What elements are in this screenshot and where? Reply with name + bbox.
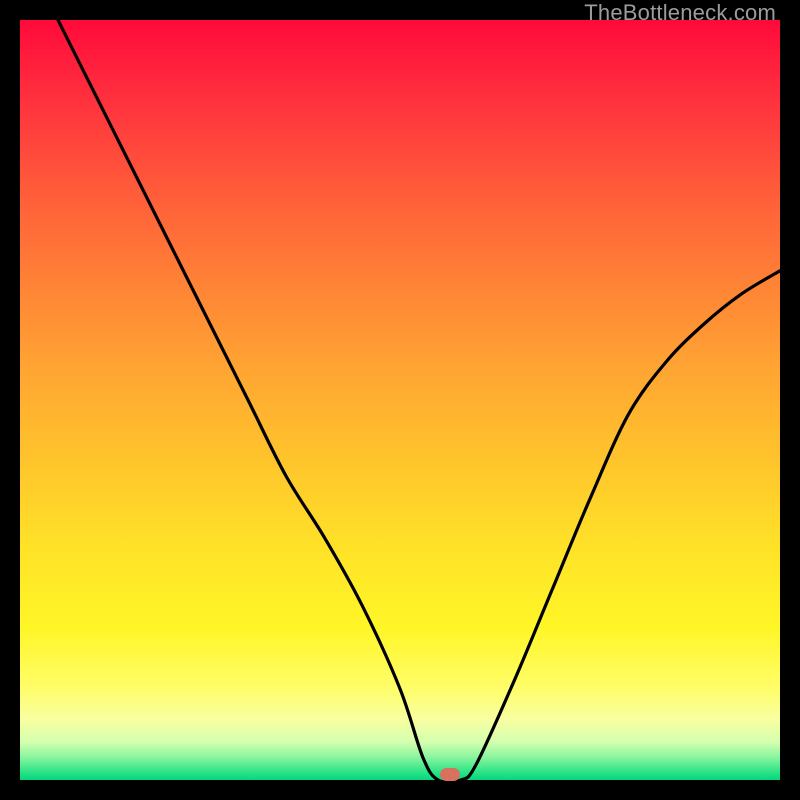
- optimum-marker: [440, 768, 460, 781]
- chart-frame: TheBottleneck.com: [0, 0, 800, 800]
- curve-path: [58, 20, 780, 780]
- watermark-text: TheBottleneck.com: [584, 0, 776, 26]
- plot-area: [20, 20, 780, 780]
- bottleneck-curve: [20, 20, 780, 780]
